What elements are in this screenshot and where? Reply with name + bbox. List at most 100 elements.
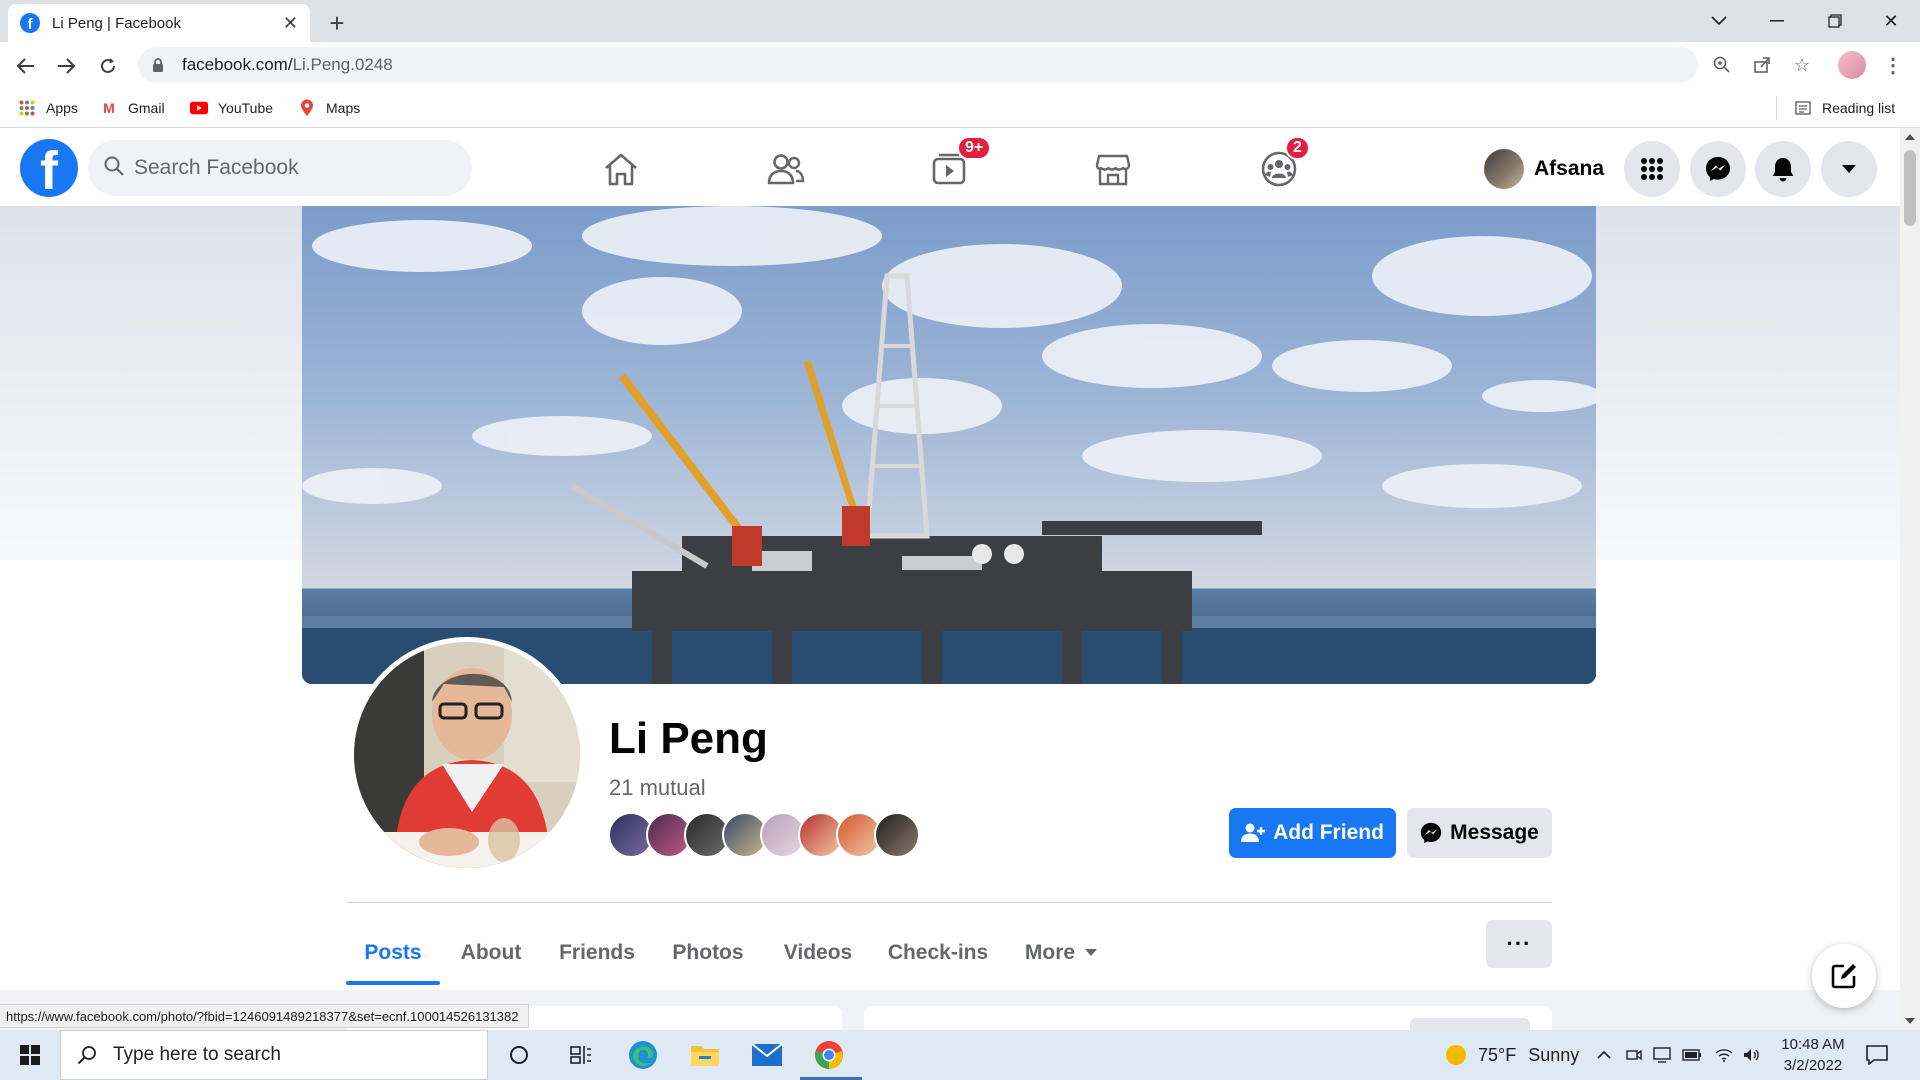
tab-search-chevron-icon[interactable] — [1690, 0, 1748, 42]
facebook-search[interactable] — [88, 140, 472, 196]
clock-time: 10:48 AM — [1781, 1036, 1845, 1053]
add-friend-button[interactable]: Add Friend — [1229, 808, 1396, 858]
bookmark-maps[interactable]: Maps — [298, 96, 360, 120]
mutual-friends-avatars[interactable] — [608, 812, 928, 858]
tab-photos[interactable]: Photos — [660, 920, 756, 986]
bookmarks-divider — [1776, 96, 1777, 120]
messenger-button[interactable] — [1690, 141, 1746, 197]
mutual-friend-avatar[interactable] — [874, 812, 920, 858]
bookmark-star-icon[interactable]: ☆ — [1789, 52, 1815, 78]
mail-icon — [751, 1043, 783, 1066]
file-explorer-button[interactable] — [676, 1033, 734, 1077]
add-friend-label: Add Friend — [1273, 821, 1384, 844]
bookmark-label: Gmail — [128, 100, 165, 116]
cortana-button[interactable] — [490, 1033, 548, 1077]
forward-button[interactable] — [50, 50, 82, 82]
start-button[interactable] — [0, 1030, 60, 1080]
taskbar-search[interactable]: Type here to search — [60, 1030, 488, 1080]
tab-title: Li Peng | Facebook — [52, 14, 181, 32]
bookmark-label: Maps — [326, 100, 361, 116]
new-message-button[interactable] — [1812, 944, 1876, 1008]
message-label: Message — [1450, 821, 1539, 844]
tab-close-icon[interactable]: ✕ — [283, 13, 298, 34]
new-tab-button[interactable]: + — [322, 8, 352, 38]
profile-picture[interactable] — [349, 637, 585, 873]
tab-check-ins[interactable]: Check-ins — [882, 920, 994, 986]
taskbar-clock[interactable]: 10:48 AM 3/2/2022 — [1770, 1033, 1856, 1077]
folder-icon — [691, 1046, 719, 1066]
bookmark-label: Apps — [46, 100, 78, 116]
bookmark-gmail[interactable]: M Gmail — [100, 96, 165, 120]
cover-photo[interactable] — [302, 206, 1596, 684]
tab-posts[interactable]: Posts — [346, 920, 440, 986]
search-input[interactable] — [134, 156, 434, 180]
mutual-friends-count[interactable]: 21 mutual — [609, 775, 706, 801]
profile-options-button[interactable]: ··· — [1486, 920, 1552, 968]
task-view-button[interactable] — [552, 1033, 610, 1077]
compose-icon — [1831, 964, 1856, 989]
edge-taskbar-button[interactable] — [614, 1033, 672, 1077]
battery-icon[interactable] — [1680, 1042, 1704, 1068]
message-button[interactable]: Message — [1407, 808, 1552, 858]
profile-picture-image — [354, 642, 580, 868]
tab-about[interactable]: About — [448, 920, 534, 986]
watch-badge: 9+ — [957, 136, 992, 160]
wifi-icon[interactable] — [1712, 1042, 1736, 1068]
facebook-logo-icon[interactable]: f — [20, 139, 78, 197]
groups-badge: 2 — [1285, 136, 1310, 160]
sun-icon — [1446, 1045, 1466, 1065]
weather-widget[interactable]: 75°F Sunny — [1444, 1030, 1579, 1080]
browser-tab[interactable]: f Li Peng | Facebook ✕ — [8, 4, 310, 42]
reload-button[interactable] — [92, 50, 124, 82]
profile-avatar-icon[interactable] — [1838, 51, 1866, 79]
cortana-icon — [510, 1046, 528, 1064]
show-hidden-icons-button[interactable] — [1592, 1042, 1616, 1068]
bookmark-apps[interactable]: Apps — [18, 96, 78, 120]
profile-name: Li Peng — [609, 714, 768, 763]
chevron-up-icon — [1597, 1051, 1611, 1059]
restore-button[interactable] — [1806, 0, 1864, 42]
maps-pin-icon — [298, 99, 316, 117]
profile-divider — [346, 902, 1552, 903]
minimize-button[interactable] — [1748, 0, 1806, 42]
bookmark-youtube[interactable]: YouTube — [190, 96, 273, 120]
mail-button[interactable] — [738, 1033, 796, 1077]
device-icon[interactable] — [1650, 1042, 1674, 1068]
reading-list-button[interactable]: Reading list — [1794, 96, 1895, 120]
caret-down-icon — [1085, 949, 1098, 956]
action-center-button[interactable] — [1862, 1040, 1892, 1070]
zoom-icon[interactable] — [1709, 52, 1735, 78]
messenger-icon — [1706, 157, 1730, 181]
nav-home[interactable] — [590, 144, 652, 194]
search-icon — [77, 1046, 96, 1065]
menu-button[interactable] — [1624, 141, 1680, 197]
bookmarks-bar — [0, 88, 1920, 128]
clock-date: 3/2/2022 — [1783, 1057, 1843, 1074]
meet-now-icon[interactable] — [1622, 1042, 1646, 1068]
user-profile-chip[interactable]: Afsana — [1484, 144, 1604, 194]
chrome-menu-icon[interactable]: ⋮ — [1880, 52, 1906, 78]
share-icon[interactable] — [1749, 52, 1775, 78]
cover-photo-image — [302, 206, 1596, 684]
back-button[interactable] — [10, 50, 42, 82]
page-scrollbar[interactable] — [1900, 128, 1920, 1030]
scrollbar-thumb[interactable] — [1904, 150, 1916, 226]
close-window-button[interactable]: ✕ — [1862, 0, 1920, 42]
address-bar[interactable]: facebook.com/Li.Peng.0248 — [138, 47, 1698, 83]
tab-videos[interactable]: Videos — [772, 920, 864, 986]
account-button[interactable] — [1821, 141, 1877, 197]
notification-icon — [1866, 1045, 1888, 1065]
nav-marketplace[interactable] — [1082, 144, 1144, 194]
youtube-icon — [190, 99, 208, 117]
marketplace-icon — [1095, 154, 1131, 186]
chrome-taskbar-button[interactable] — [800, 1033, 858, 1077]
tab-more[interactable]: More — [1016, 920, 1106, 986]
bell-icon — [1772, 158, 1794, 182]
apps-grid-icon — [18, 99, 36, 117]
volume-icon[interactable] — [1740, 1042, 1764, 1068]
nav-friends[interactable] — [755, 144, 817, 194]
reading-list-icon — [1794, 99, 1812, 117]
windows-logo-icon — [20, 1045, 40, 1065]
notifications-button[interactable] — [1755, 141, 1811, 197]
tab-friends[interactable]: Friends — [552, 920, 642, 986]
